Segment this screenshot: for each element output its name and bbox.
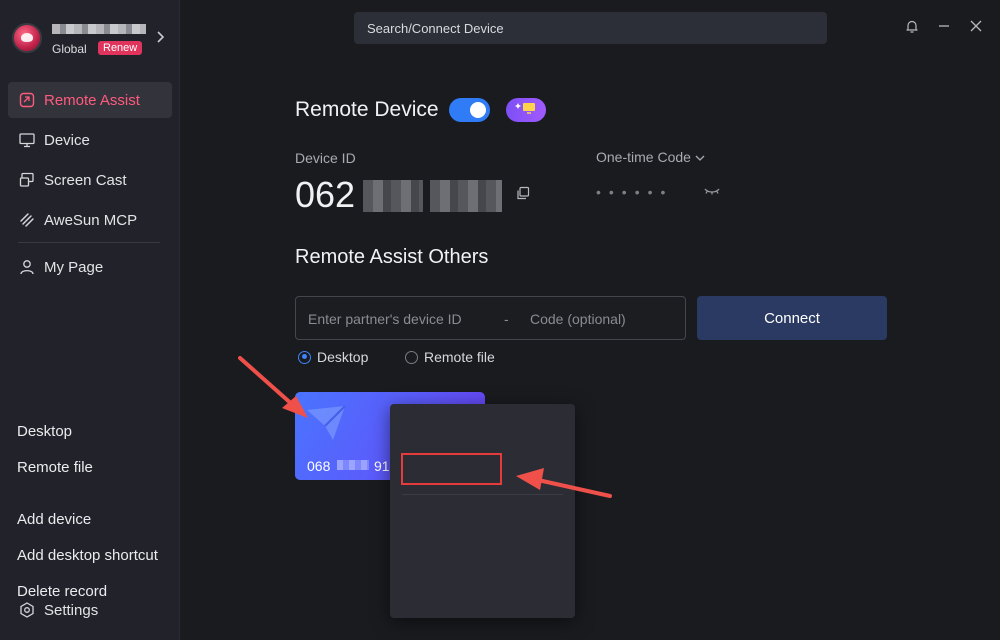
minimize-icon[interactable] (936, 18, 952, 34)
screen-cast-icon (18, 171, 36, 189)
copy-icon[interactable] (516, 186, 530, 200)
bell-icon[interactable] (904, 18, 920, 34)
menu-item-add-desktop-shortcut[interactable]: Add desktop shortcut (17, 547, 158, 564)
sidebar-item-label: Screen Cast (44, 171, 127, 189)
radio-indicator (405, 350, 418, 364)
nav-divider (18, 242, 160, 243)
radio-label: Remote file (424, 349, 495, 365)
sparkle-monitor-icon (515, 101, 537, 120)
one-time-code-label: One-time Code (596, 149, 691, 165)
eye-closed-icon[interactable] (703, 184, 721, 198)
annotation-highlight-box (401, 453, 502, 485)
code-input[interactable]: Code (optional) (530, 311, 626, 327)
recent-device-id-suffix: 91 (374, 458, 390, 474)
radio-label: Desktop (317, 349, 369, 365)
partner-id-input[interactable]: Enter partner's device ID (308, 311, 462, 327)
settings-label: Settings (44, 601, 99, 619)
connect-button[interactable]: Connect (697, 296, 887, 340)
renew-badge[interactable]: Renew (98, 41, 143, 55)
close-icon[interactable] (968, 18, 984, 34)
mode-radio-remote-file[interactable]: Remote file (405, 349, 495, 365)
sidebar-item-my-page[interactable]: My Page (8, 249, 172, 285)
sidebar-item-label: Remote Assist (44, 91, 140, 109)
menu-item-remote-file[interactable]: Remote file (17, 459, 93, 476)
remote-assist-others-title: Remote Assist Others (295, 246, 489, 268)
one-time-code-dropdown[interactable]: One-time Code (596, 149, 705, 165)
recent-device-id: 068 (307, 458, 331, 474)
field-separator: - (504, 311, 509, 327)
search-input[interactable]: Search/Connect Device (354, 12, 827, 44)
username-redacted (52, 24, 146, 34)
gear-icon (18, 601, 36, 619)
partner-connect-field[interactable]: Enter partner's device ID - Code (option… (295, 296, 686, 340)
user-icon (18, 258, 36, 276)
mode-radio-desktop[interactable]: Desktop (298, 349, 368, 365)
sidebar-item-label: Device (44, 131, 90, 149)
menu-separator (402, 494, 563, 495)
account-region: Global (52, 42, 87, 56)
menu-item-desktop[interactable]: Desktop (17, 423, 72, 440)
sidebar-item-awesun-mcp[interactable]: AweSun MCP (8, 202, 172, 238)
sidebar: Global Renew Remote Assist Device Screen… (0, 0, 180, 640)
radio-indicator (298, 350, 311, 364)
device-context-menu (390, 404, 575, 618)
menu-item-add-device[interactable]: Add device (17, 511, 91, 528)
remote-assist-icon (18, 91, 36, 109)
sidebar-nav: Remote Assist Device Screen Cast AweSun … (8, 82, 172, 289)
chevron-right-icon[interactable] (155, 30, 165, 44)
avatar[interactable] (12, 23, 42, 53)
sidebar-item-screen-cast[interactable]: Screen Cast (8, 162, 172, 198)
device-id-value: 062 (295, 174, 356, 215)
remote-device-toggle[interactable] (449, 98, 490, 122)
sidebar-item-label: AweSun MCP (44, 211, 138, 229)
awesun-logo-icon (303, 402, 349, 444)
sidebar-item-device[interactable]: Device (8, 122, 172, 158)
device-id-redacted (430, 180, 502, 212)
profile-header[interactable]: Global Renew (10, 20, 175, 60)
chevron-down-icon (695, 149, 705, 165)
mcp-icon (18, 211, 36, 229)
device-id-redacted (337, 460, 369, 470)
sidebar-item-label: My Page (44, 258, 104, 276)
remote-device-title: Remote Device (295, 98, 439, 121)
one-time-code-value: •••••• (596, 184, 674, 200)
sidebar-item-remote-assist[interactable]: Remote Assist (8, 82, 172, 118)
screen-share-badge[interactable] (506, 98, 546, 122)
device-id-redacted (363, 180, 423, 212)
menu-item-delete-record[interactable]: Delete record (17, 583, 107, 600)
monitor-icon (18, 131, 36, 149)
device-id-label: Device ID (295, 150, 356, 166)
